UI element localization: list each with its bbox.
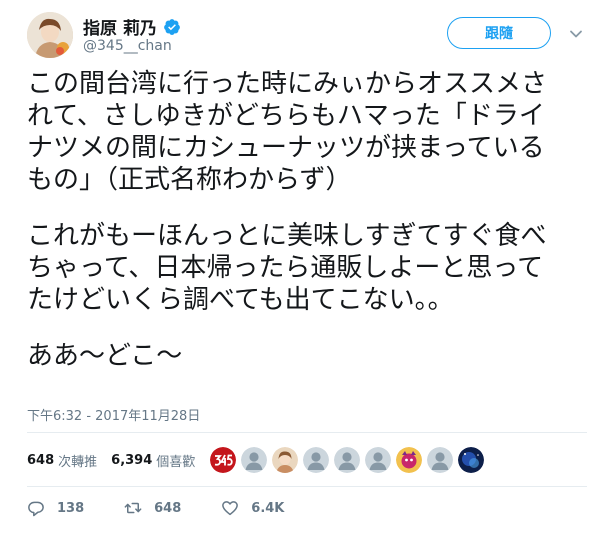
liker-avatar[interactable]	[396, 447, 422, 473]
retweet-count: 648	[154, 500, 182, 516]
liker-avatars	[210, 446, 489, 474]
chevron-down-icon[interactable]	[568, 26, 584, 42]
divider	[27, 486, 587, 487]
user-avatar[interactable]	[27, 12, 73, 58]
tweet-text-line: ああ〜どこ〜	[27, 341, 183, 371]
default-avatar-icon	[427, 447, 453, 473]
liker-avatar[interactable]	[210, 447, 236, 473]
default-avatar-icon	[303, 447, 329, 473]
liker-avatar[interactable]	[303, 447, 329, 473]
default-avatar-icon	[365, 447, 391, 473]
like-count: 6.4K	[251, 500, 285, 516]
tweet-text-line: たけどいくら調べても出てこない。。	[27, 285, 454, 315]
tweet-text-line: この間台湾に行った時にみぃからオススメさ	[27, 69, 548, 99]
liker-avatar[interactable]	[272, 447, 298, 473]
like-stat[interactable]: 6,394 個喜歡	[111, 451, 195, 470]
liker-avatar[interactable]	[241, 447, 267, 473]
reply-icon	[28, 501, 44, 517]
space-avatar-icon	[458, 447, 484, 473]
like-stat-count: 6,394	[111, 452, 153, 468]
retweet-stat-label: 次轉推	[58, 454, 98, 470]
retweet-button[interactable]: 648	[124, 499, 181, 517]
tweet-text-line: これがもーほんっとに美味しすぎてすぐ食べ	[27, 221, 547, 251]
verified-badge-icon	[164, 18, 180, 35]
tweet-card: 指原 莉乃 @345__chan 跟隨 この間台湾に行った時にみぃからオススメさ…	[0, 0, 605, 535]
liker-avatar[interactable]	[458, 447, 484, 473]
tweet-text-line: れて、さしゆきがどちらもハマった「ドライ	[27, 101, 545, 131]
reply-button[interactable]: 138	[27, 499, 84, 517]
like-button[interactable]: 6.4K	[221, 499, 284, 517]
retweet-stat[interactable]: 648 次轉推	[27, 451, 97, 470]
tweet-text-line: ナツメの間にカシューナッツが挟まっている	[27, 133, 545, 163]
default-avatar-icon	[334, 447, 360, 473]
follow-button[interactable]: 跟隨	[447, 17, 551, 49]
tweet-text-line: ちゃって、日本帰ったら通販しよーと思って	[27, 253, 544, 283]
display-name-row[interactable]: 指原 莉乃	[83, 14, 181, 39]
display-name[interactable]: 指原 莉乃	[83, 14, 157, 39]
illustration-avatar-icon	[396, 447, 422, 473]
retweet-icon	[124, 502, 142, 514]
heart-icon	[222, 501, 239, 516]
tweet-timestamp[interactable]: 下午6:32 - 2017年11月28日	[27, 405, 200, 424]
avatar-photo	[27, 12, 73, 58]
like-stat-label: 個喜歡	[156, 454, 196, 470]
logo-345-icon	[210, 447, 236, 473]
liker-avatar[interactable]	[334, 447, 360, 473]
tweet-text-line: もの」（正式名称わからず）	[27, 165, 352, 195]
reply-count: 138	[57, 500, 85, 516]
default-avatar-icon	[241, 447, 267, 473]
liker-avatar[interactable]	[427, 447, 453, 473]
tweet-actions: 138 648 6.4K	[27, 497, 324, 519]
liker-avatar[interactable]	[365, 447, 391, 473]
divider	[27, 432, 587, 433]
retweet-stat-count: 648	[27, 452, 55, 468]
tweet-stats: 648 次轉推 6,394 個喜歡	[27, 446, 209, 474]
tweet-text: この間台湾に行った時にみぃからオススメさ れて、さしゆきがどちらもハマった「ドラ…	[27, 68, 587, 372]
user-handle[interactable]: @345__chan	[83, 38, 172, 54]
user-photo-icon	[272, 447, 298, 473]
